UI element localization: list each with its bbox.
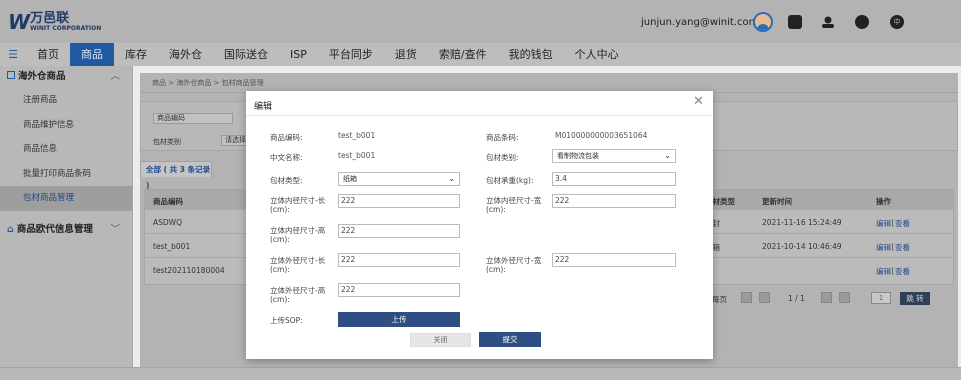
barcode-label: 商品条码:: [486, 133, 519, 142]
chevron-down-icon: ﹀: [110, 223, 120, 235]
inner-length-input[interactable]: 222: [338, 194, 460, 208]
chevron-up-icon: ︿: [110, 71, 120, 82]
barcode-value: M010000000003651064: [555, 131, 648, 140]
outer-width-label: 立体外径尺寸-宽 (cm):: [486, 256, 542, 274]
sidebar: 海外仓商品 ︿ 注册商品 商品维护信息 商品信息 批量打印商品条码 包材商品管理…: [0, 66, 133, 380]
nav-product[interactable]: 商品: [70, 43, 114, 66]
chat-icon[interactable]: [855, 15, 869, 29]
last-page-button[interactable]: [839, 292, 850, 303]
sidebar-group-eu-rep[interactable]: ⌂ 商品欧代信息管理 ﹀: [0, 219, 132, 241]
pack-type-select[interactable]: 纸箱 ⌄: [338, 172, 460, 186]
sidebar-group-overseas-products[interactable]: 海外仓商品 ︿: [0, 66, 132, 88]
winit-logo[interactable]: W 万邑联 WINIT CORPORATION: [8, 9, 101, 35]
jump-button[interactable]: 跳 转: [900, 292, 930, 305]
inner-height-input[interactable]: 222: [338, 224, 460, 238]
box-icon: [7, 71, 15, 79]
edit-link[interactable]: 编辑: [876, 242, 891, 253]
page-input[interactable]: 1: [871, 292, 891, 304]
view-link[interactable]: 查看: [895, 218, 910, 229]
logo-mark: W: [8, 10, 30, 34]
sidebar-item-batch-print[interactable]: 批量打印商品条码: [0, 162, 132, 187]
submit-button[interactable]: 提交: [479, 332, 541, 347]
breadcrumb: 商品 > 海外仓商品 > 包材商品管理: [140, 73, 958, 93]
sidebar-item-register[interactable]: 注册商品: [0, 88, 132, 113]
nav-wallet[interactable]: 我的钱包: [498, 43, 564, 66]
page-info: 1 / 1: [788, 294, 805, 303]
main-nav: ☰ 首页 商品 库存 海外仓 国际送仓 ISP 平台同步 退货 索赔/查件 我的…: [0, 43, 961, 66]
nav-returns[interactable]: 退货: [384, 43, 428, 66]
outer-length-label: 立体外径尺寸-长 (cm):: [270, 256, 326, 274]
avatar[interactable]: [753, 12, 773, 32]
code-filter-select[interactable]: 商品编码: [153, 113, 233, 124]
outer-height-input[interactable]: 222: [338, 283, 460, 297]
sidebar-item-product-info[interactable]: 商品信息: [0, 137, 132, 162]
pack-type-label: 包材类型:: [270, 176, 303, 185]
nav-home[interactable]: 首页: [26, 43, 70, 66]
prev-page-button[interactable]: [759, 292, 770, 303]
nav-inventory[interactable]: 库存: [114, 43, 158, 66]
bearing-label: 包材承重(kg):: [486, 176, 534, 185]
cn-name-label: 中文名称:: [270, 153, 303, 162]
next-page-button[interactable]: [821, 292, 832, 303]
folder-icon[interactable]: [788, 15, 802, 29]
inner-length-label: 立体内径尺寸-长 (cm):: [270, 196, 326, 214]
first-page-button[interactable]: [741, 292, 752, 303]
menu-icon[interactable]: ☰: [0, 48, 26, 61]
sidebar-item-maintenance[interactable]: 商品维护信息: [0, 113, 132, 138]
close-icon[interactable]: ✕: [693, 94, 704, 109]
product-code-value: test_b001: [338, 131, 376, 140]
close-button[interactable]: 关闭: [410, 333, 471, 347]
nav-isp[interactable]: ISP: [279, 43, 318, 66]
edit-link[interactable]: 编辑: [876, 266, 891, 277]
user-manage-icon[interactable]: [821, 15, 835, 29]
inner-width-label: 立体内径尺寸-宽 (cm):: [486, 196, 542, 214]
nav-platform-sync[interactable]: 平台同步: [318, 43, 384, 66]
per-page-label: 每页: [712, 295, 727, 304]
outer-length-input[interactable]: 222: [338, 253, 460, 267]
sop-label: 上传SOP:: [270, 316, 303, 325]
bearing-input[interactable]: 3.4: [552, 172, 676, 186]
logo-cn-text: 万邑联: [30, 10, 70, 26]
nav-personal-center[interactable]: 个人中心: [564, 43, 630, 66]
view-link[interactable]: 查看: [895, 242, 910, 253]
col-actions: 操作: [876, 197, 891, 206]
product-code-label: 商品编码:: [270, 133, 303, 142]
view-link[interactable]: 查看: [895, 266, 910, 277]
chevron-down-icon: ⌄: [664, 151, 671, 160]
col-time: 更新时间: [762, 197, 792, 206]
col-code: 商品编码: [153, 197, 183, 206]
outer-width-input[interactable]: 222: [552, 253, 676, 267]
chevron-down-icon: ⌄: [448, 174, 455, 183]
pack-category-label: 包材类别:: [486, 153, 519, 162]
upload-button[interactable]: 上传: [338, 312, 460, 327]
edit-link[interactable]: 编辑: [876, 218, 891, 229]
modal-divider: [246, 115, 713, 116]
edit-modal: 编辑 ✕ 商品编码: test_b001 商品条码: M010000000003…: [246, 91, 713, 359]
outer-height-label: 立体外径尺寸-高 (cm):: [270, 286, 326, 304]
cn-name-value: test_b001: [338, 151, 376, 160]
tab-all[interactable]: 全部 ( 共 3 条记录 ): [140, 161, 212, 190]
type-filter-label: 包材类别: [153, 138, 181, 146]
nav-claims[interactable]: 索赔/查件: [428, 43, 498, 66]
pack-category-select[interactable]: 看制物流包装 ⌄: [552, 149, 676, 163]
sidebar-item-packaging[interactable]: 包材商品管理: [0, 186, 132, 211]
inner-width-input[interactable]: 222: [552, 194, 676, 208]
language-icon[interactable]: 中: [890, 15, 904, 29]
logo-en-text: WINIT CORPORATION: [30, 24, 102, 32]
nav-overseas-warehouse[interactable]: 海外仓: [158, 43, 213, 66]
inner-height-label: 立体内径尺寸-高 (cm):: [270, 226, 326, 244]
nav-intl-delivery[interactable]: 国际送仓: [213, 43, 279, 66]
top-bar: W 万邑联 WINIT CORPORATION junjun.yang@wini…: [0, 0, 961, 43]
modal-title: 编辑: [254, 102, 273, 112]
home-icon: ⌂: [7, 223, 14, 235]
bottom-bar: [0, 367, 961, 380]
